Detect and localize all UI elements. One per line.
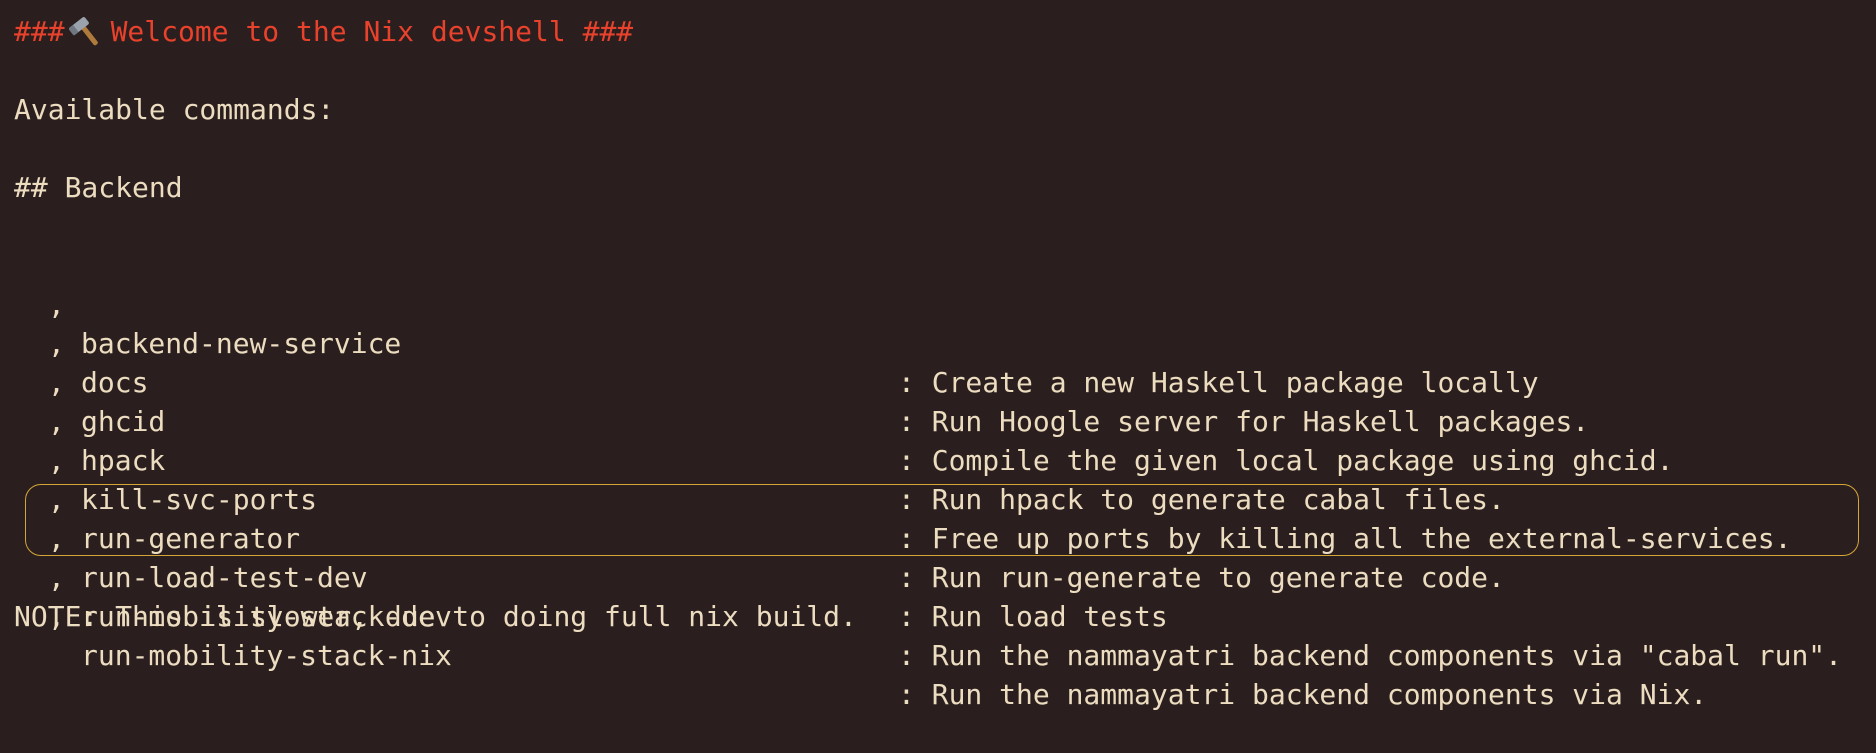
command-row: , backend-new-service : Create a new Has… [14,246,1876,399]
command-row: , kill-svc-ports : Free up ports by kill… [14,402,1876,555]
command-bullet: , [48,600,65,633]
command-row: , run-mobility-stack-nix : Run the namma… [14,558,1876,711]
command-name: run-mobility-stack-dev [81,600,452,633]
command-description: : Run the nammayatri backend components … [898,678,1708,711]
command-row: , run-generator : Run run-generate to ge… [14,441,1876,594]
available-commands-heading: Available commands: [14,93,335,126]
command-description: : Run load tests [898,600,1168,633]
command-row: , docs : Run Hoogle server for Haskell p… [14,285,1876,438]
command-row: , run-load-test-dev : Run load tests [14,480,1876,633]
command-row: , run-mobility-stack-dev : Run the namma… [14,519,1876,672]
hammer-icon [68,17,98,46]
command-row: , hpack : Run hpack to generate cabal fi… [14,363,1876,516]
command-row: , ghcid : Compile the given local packag… [14,324,1876,477]
welcome-prefix: ### [14,15,65,48]
welcome-banner: ### Welcome to the Nix devshell ### [14,12,1876,51]
command-name: run-mobility-stack-nix [81,639,452,672]
terminal-output: ### Welcome to the Nix devshell ### Avail… [14,12,1876,711]
command-description: : Run the nammayatri backend components … [898,639,1843,672]
welcome-text: Welcome to the Nix devshell ### [110,15,634,48]
section-heading-backend: ## Backend [14,171,183,204]
